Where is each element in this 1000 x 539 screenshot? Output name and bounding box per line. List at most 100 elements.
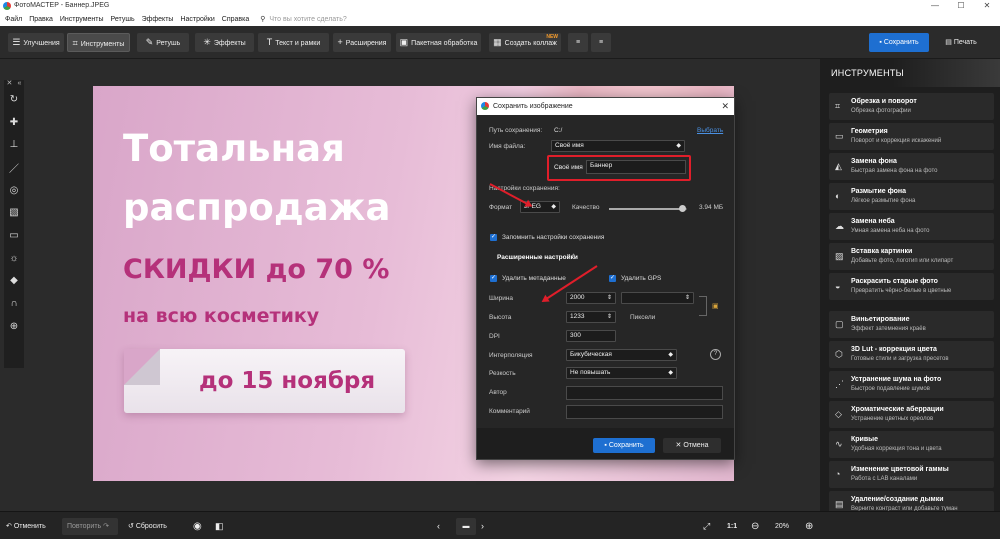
print-button[interactable]: ▤ Печать [934, 33, 988, 52]
folder-icon[interactable]: ▬ [456, 518, 476, 535]
compare-icon[interactable]: ◧ [215, 518, 227, 535]
interpolation-select[interactable]: Бикубическая ◆ [566, 349, 677, 361]
dialog-close-icon[interactable]: ✕ [721, 98, 729, 115]
tool-item[interactable]: ⬡ 3D Lut - коррекция цвета Готовые стили и… [829, 341, 994, 368]
tool-item[interactable]: ◇ Хроматические аберрации Устранение цветн… [829, 401, 994, 428]
close-icon[interactable]: ✕ [974, 0, 1000, 12]
tool-item[interactable]: ◒ Раскрасить старые фото Превратить чёрно-… [829, 273, 994, 300]
tool-item[interactable]: ∿ Кривые Удобная коррекция тона и цвета [829, 431, 994, 458]
light-tool-icon[interactable]: ☼ [4, 247, 24, 270]
stamp-tool-icon[interactable]: ⊥ [4, 133, 24, 156]
author-input[interactable] [566, 386, 723, 400]
frame-tool-icon[interactable]: ▭ [4, 224, 24, 247]
height-input[interactable]: 1233 ⇕ [566, 311, 616, 323]
stepper-icon[interactable]: ⇕ [685, 293, 690, 303]
tab-tools[interactable]: ⌗ Инструменты [67, 33, 130, 52]
choose-path-link[interactable]: Выбрать [697, 127, 723, 134]
search-input[interactable]: ⚲ Что вы хотите сделать? [260, 15, 347, 23]
eye-icon[interactable]: ◉ [193, 518, 207, 535]
tab-extensions[interactable]: + Расширения [333, 33, 391, 52]
menu-file[interactable]: Файл [5, 16, 22, 23]
prev-image-icon[interactable]: ‹ [437, 518, 451, 535]
remove-gps-checkbox[interactable]: ✓ [609, 275, 616, 282]
gradient-tool-icon[interactable]: ▧ [4, 201, 24, 224]
sharpness-select[interactable]: Не повышать ◆ [566, 367, 677, 379]
brush-tool-icon[interactable]: ／ [4, 156, 24, 179]
fit-screen-icon[interactable]: ⤢ [703, 518, 717, 535]
close-panel-icon[interactable]: ✕ [7, 80, 13, 88]
redo-button[interactable]: Повторить ↷ [62, 518, 118, 535]
tool-item-title: Кривые [851, 436, 879, 443]
fill-tool-icon[interactable]: ◆ [4, 270, 24, 293]
patch-tool-icon[interactable]: ✚ [4, 111, 24, 134]
menu-tools[interactable]: Инструменты [60, 16, 104, 23]
tool-item[interactable]: ☁ Замена неба Умная замена неба на фото [829, 213, 994, 240]
lock-icon[interactable]: ▣ [712, 302, 719, 310]
batch-processing-button[interactable]: ▣ Пакетная обработка [396, 33, 481, 52]
tool-item[interactable]: ⋰ Устранение шума на фото Быстрое подавлен… [829, 371, 994, 398]
plus-icon: + [337, 37, 343, 47]
menu-settings[interactable]: Настройки [180, 16, 214, 23]
dialog-cancel-button[interactable]: ✕ Отмена [663, 438, 721, 453]
dpi-input[interactable]: 300 [566, 330, 616, 342]
minimize-icon[interactable]: — [922, 0, 948, 12]
menu-edit[interactable]: Правка [29, 16, 53, 23]
menu-retouch[interactable]: Ретушь [111, 16, 135, 23]
resize-mode-select[interactable]: ⇕ [621, 292, 694, 304]
brush-icon: ✎ [145, 37, 154, 47]
balloon-tool-icon[interactable]: ⊕ [4, 315, 24, 338]
width-label: Ширина [489, 295, 514, 302]
lasso-tool-icon[interactable]: ∩ [4, 292, 24, 315]
dialog-save-button[interactable]: ▪ Сохранить [593, 438, 655, 453]
comment-input[interactable] [566, 405, 723, 419]
tab-effects[interactable]: ✳ Эффекты [195, 33, 254, 52]
banner-discount: СКИДКИ до 70 % [123, 254, 390, 285]
tool-item[interactable]: ▢ Виньетирование Эффект затемнения краёв [829, 311, 994, 338]
quality-slider-handle[interactable] [679, 205, 687, 212]
menu-effects[interactable]: Эффекты [142, 16, 174, 23]
remove-metadata-checkbox[interactable]: ✓ [490, 275, 497, 282]
tool-item[interactable]: ◭ Замена фона Быстрая замена фона на фото [829, 153, 994, 180]
menu-help[interactable]: Справка [222, 16, 249, 23]
sharpness-label: Резкость [489, 370, 516, 377]
undo-button[interactable]: ↶ Отменить [6, 518, 58, 535]
new-badge: NEW [546, 34, 558, 40]
maximize-icon[interactable]: ☐ [948, 0, 974, 12]
stepper-icon[interactable]: ⇕ [607, 293, 612, 303]
advanced-settings-toggle[interactable]: Расширенные настройки [497, 254, 578, 261]
tab-enhancements[interactable]: ☰ Улучшения [8, 33, 64, 52]
next-image-icon[interactable]: › [481, 518, 495, 535]
tool-item[interactable]: ▭ Геометрия Поворот и коррекция искажений [829, 123, 994, 150]
save-button[interactable]: ▪ Сохранить [869, 33, 929, 52]
tool-item[interactable]: ▨ Вставка картинки Добавьте фото, логотип … [829, 243, 994, 270]
history-icon[interactable]: ≡ [591, 33, 611, 52]
zoom-ratio-button[interactable]: 1:1 [727, 518, 743, 535]
quality-slider-track[interactable] [609, 208, 687, 210]
chevron-down-icon: ◆ [668, 370, 673, 376]
help-icon[interactable]: ? [710, 349, 721, 360]
collapse-icon[interactable]: « [18, 80, 22, 88]
tool-item-title: Устранение шума на фото [851, 376, 942, 383]
tab-retouch[interactable]: ✎ Ретушь [137, 33, 189, 52]
file-size-value: 3.94 МБ [699, 204, 724, 211]
print-button-label: Печать [953, 39, 977, 46]
tool-item-subtitle: Эффект затемнения краёв [851, 326, 926, 332]
tool-item[interactable]: ⌗ Обрезка и поворот Обрезка фотографии [829, 93, 994, 120]
zoom-out-icon[interactable]: ⊖ [751, 518, 763, 535]
stepper-icon[interactable]: ⇕ [607, 312, 612, 322]
undo-icon: ↶ [6, 523, 14, 530]
path-value: C:/ [554, 127, 563, 134]
remember-settings-checkbox[interactable]: ✓ [490, 234, 497, 241]
tool-item[interactable]: ◔ Изменение цветовой гаммы Работа с LAB ка… [829, 461, 994, 488]
width-input[interactable]: 2000 ⇕ [566, 292, 616, 304]
filename-select[interactable]: Своё имя ◆ [551, 140, 685, 152]
tab-text-frames[interactable]: T Текст и рамки [258, 33, 329, 52]
reset-button[interactable]: ↺ Сбросить [128, 518, 180, 535]
tool-item[interactable]: ◐ Размытие фона Лёгкое размытие фона [829, 183, 994, 210]
rotate-tool-icon[interactable]: ↻ [4, 88, 24, 111]
radial-tool-icon[interactable]: ◎ [4, 179, 24, 202]
chevron-up-icon[interactable]: ^ [572, 253, 575, 260]
export-settings-icon[interactable]: ≡ [568, 33, 588, 52]
create-collage-button[interactable]: ▦ Создать коллаж NEW [489, 33, 561, 52]
zoom-in-icon[interactable]: ⊕ [805, 518, 817, 535]
